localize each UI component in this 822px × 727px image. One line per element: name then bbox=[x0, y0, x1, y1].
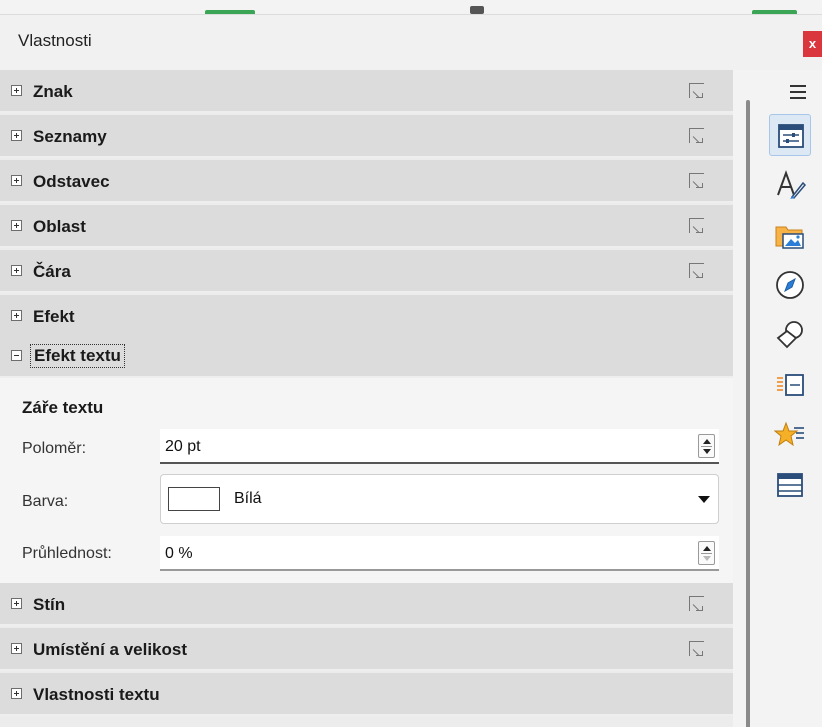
increment-icon[interactable] bbox=[703, 439, 711, 444]
more-options-icon[interactable] bbox=[689, 83, 704, 98]
expand-icon[interactable] bbox=[11, 175, 22, 186]
section-label: Stín bbox=[33, 595, 66, 614]
tab-animation[interactable] bbox=[769, 414, 811, 456]
styles-icon bbox=[777, 170, 806, 199]
radius-stepper[interactable] bbox=[698, 434, 715, 458]
section-label: Vlastnosti textu bbox=[33, 685, 160, 704]
transparency-stepper[interactable] bbox=[698, 541, 715, 565]
section-header-efekt-textu[interactable]: Efekt textu bbox=[0, 335, 733, 378]
more-options-icon[interactable] bbox=[689, 596, 704, 611]
tab-gallery[interactable] bbox=[769, 214, 811, 256]
tab-navigator[interactable] bbox=[769, 264, 811, 306]
hamburger-menu-icon[interactable] bbox=[790, 85, 806, 99]
animation-icon bbox=[774, 421, 804, 447]
section-label: Umístění a velikost bbox=[33, 640, 188, 659]
color-name: Bílá bbox=[234, 490, 262, 507]
tab-properties[interactable] bbox=[769, 114, 811, 156]
expand-icon[interactable] bbox=[11, 598, 22, 609]
radius-value[interactable]: 20 pt bbox=[165, 438, 201, 456]
tab-slide-transition[interactable] bbox=[769, 364, 811, 406]
glow-heading: Záře textu bbox=[22, 398, 104, 417]
expand-icon[interactable] bbox=[11, 220, 22, 231]
sidebar-splitter[interactable] bbox=[746, 100, 750, 727]
transparency-spinbox[interactable]: 0 % bbox=[160, 536, 719, 571]
section-label: Odstavec bbox=[33, 172, 110, 191]
expand-icon[interactable] bbox=[11, 310, 22, 321]
panel-titlebar: Vlastnosti x bbox=[0, 14, 822, 70]
top-indicator bbox=[470, 6, 484, 14]
section-label: Seznamy bbox=[33, 127, 107, 146]
stepper-divider bbox=[701, 446, 712, 447]
more-options-icon[interactable] bbox=[689, 173, 704, 188]
section-label: Znak bbox=[33, 82, 73, 101]
collapse-icon[interactable] bbox=[11, 350, 22, 361]
stepper-divider bbox=[701, 553, 712, 554]
radius-label: Poloměr: bbox=[22, 440, 87, 457]
more-options-icon[interactable] bbox=[689, 128, 704, 143]
expand-icon[interactable] bbox=[11, 643, 22, 654]
color-dropdown[interactable]: Bílá bbox=[160, 474, 719, 524]
color-swatch bbox=[168, 487, 220, 511]
slide-transition-icon bbox=[777, 374, 804, 396]
tab-master-slides[interactable] bbox=[769, 464, 811, 506]
navigator-icon bbox=[776, 271, 804, 299]
transparency-value[interactable]: 0 % bbox=[165, 545, 193, 563]
section-header-umisteni[interactable]: Umístění a velikost bbox=[0, 628, 733, 671]
radius-spinbox[interactable]: 20 pt bbox=[160, 429, 719, 464]
transparency-label: Průhlednost: bbox=[22, 545, 112, 562]
section-header-efekt[interactable]: Efekt bbox=[0, 295, 733, 338]
section-label: Efekt bbox=[33, 307, 75, 326]
properties-icon bbox=[778, 124, 804, 148]
section-header-vlastnosti-textu[interactable]: Vlastnosti textu bbox=[0, 673, 733, 716]
tab-styles[interactable] bbox=[769, 164, 811, 206]
sidebar-tabbar bbox=[733, 70, 822, 727]
section-label: Čára bbox=[33, 262, 71, 281]
gallery-icon bbox=[775, 226, 804, 249]
dropdown-arrow-icon[interactable] bbox=[698, 496, 710, 503]
shapes-icon bbox=[776, 321, 803, 349]
section-header-znak[interactable]: Znak bbox=[0, 70, 733, 113]
more-options-icon[interactable] bbox=[689, 263, 704, 278]
expand-icon[interactable] bbox=[11, 85, 22, 96]
close-button[interactable]: x bbox=[803, 31, 822, 57]
color-label: Barva: bbox=[22, 493, 69, 510]
expand-icon[interactable] bbox=[11, 688, 22, 699]
panel-title: Vlastnosti bbox=[18, 31, 92, 50]
tab-shapes[interactable] bbox=[769, 314, 811, 356]
section-label: Oblast bbox=[33, 217, 86, 236]
expand-icon[interactable] bbox=[11, 130, 22, 141]
window-top-strip bbox=[0, 0, 822, 14]
decrement-icon bbox=[703, 556, 711, 561]
section-header-stin[interactable]: Stín bbox=[0, 583, 733, 626]
section-label: Efekt textu bbox=[30, 344, 125, 368]
expand-icon[interactable] bbox=[11, 265, 22, 276]
more-options-icon[interactable] bbox=[689, 641, 704, 656]
section-header-seznamy[interactable]: Seznamy bbox=[0, 115, 733, 158]
master-slides-icon bbox=[777, 473, 803, 497]
properties-panel: Znak Seznamy Odstavec Oblast Čára Efekt … bbox=[0, 70, 733, 727]
more-options-icon[interactable] bbox=[689, 218, 704, 233]
increment-icon[interactable] bbox=[703, 546, 711, 551]
section-header-cara[interactable]: Čára bbox=[0, 250, 733, 293]
text-effect-content: Záře textu Poloměr: 20 pt Barva: Bílá Pr… bbox=[0, 378, 733, 583]
decrement-icon[interactable] bbox=[703, 449, 711, 454]
section-header-odstavec[interactable]: Odstavec bbox=[0, 160, 733, 203]
section-header-oblast[interactable]: Oblast bbox=[0, 205, 733, 248]
